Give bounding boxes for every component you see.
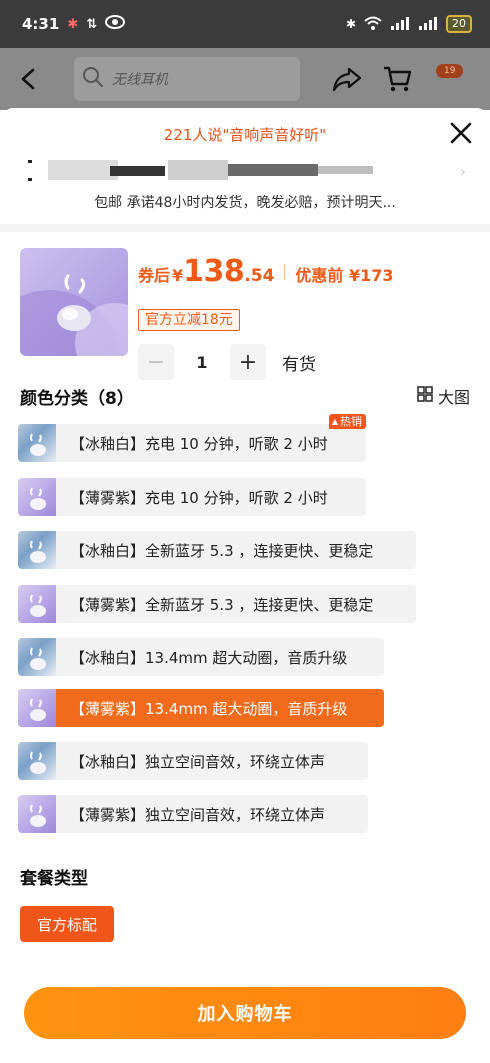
currency-symbol: ¥ bbox=[172, 266, 184, 285]
color-option[interactable]: 【薄雾紫】13.4mm 超大动圈，音质升级 bbox=[18, 689, 384, 727]
battery-indicator: 20 bbox=[446, 15, 472, 33]
price-integer: 138 bbox=[183, 254, 245, 289]
package-option[interactable]: 官方标配 bbox=[20, 906, 114, 942]
hot-sale-text: 热销 bbox=[340, 415, 362, 428]
price-separator bbox=[284, 263, 286, 280]
hot-sale-badge: ▲ 热销 bbox=[328, 414, 366, 429]
price-line: 券后 ¥ 138 .54 优惠前 ¥173 bbox=[138, 254, 394, 289]
signal-icon-2 bbox=[418, 16, 438, 33]
quantity-value[interactable]: 1 bbox=[174, 353, 230, 372]
status-time: 4:31 bbox=[22, 15, 60, 33]
usb-icon: ⇅ bbox=[86, 16, 98, 32]
signal-icon-1 bbox=[390, 16, 410, 33]
grid-icon bbox=[417, 386, 433, 406]
option-thumbnail bbox=[18, 478, 56, 516]
bottom-bar: 加入购物车 bbox=[0, 975, 490, 1063]
color-option[interactable]: 【薄雾紫】独立空间音效，环绕立体声 bbox=[18, 795, 368, 833]
color-section-title: 颜色分类（8） bbox=[20, 389, 134, 409]
top-nav: 无线耳机 19 bbox=[0, 48, 490, 110]
option-label: 【薄雾紫】充电 10 分钟，听歌 2 小时 bbox=[70, 488, 328, 507]
review-banner: 221人说"音响声音好听" bbox=[163, 126, 327, 144]
status-left: 4:31 ✱ ⇅ bbox=[22, 15, 126, 33]
big-view-label: 大图 bbox=[437, 388, 470, 407]
stock-status: 有货 bbox=[282, 354, 316, 375]
bug-icon: ✱ bbox=[67, 16, 79, 32]
chevron-right-icon[interactable]: › bbox=[460, 162, 466, 181]
cart-icon[interactable] bbox=[380, 62, 414, 96]
color-option[interactable]: 【冰釉白】充电 10 分钟，听歌 2 小时 ▲ 热销 bbox=[18, 414, 366, 462]
color-option[interactable]: 【薄雾紫】充电 10 分钟，听歌 2 小时 bbox=[18, 478, 366, 516]
shipping-info: 包邮 承诺48小时内发货，晚发必赔，预计明天... bbox=[94, 195, 396, 211]
option-thumbnail bbox=[18, 689, 56, 727]
option-label: 【冰釉白】全新蓝牙 5.3 ，连接更快、更稳定 bbox=[70, 541, 374, 560]
discount-tag: 官方立减18元 bbox=[138, 309, 240, 331]
option-thumbnail bbox=[18, 638, 56, 676]
status-bar: 4:31 ✱ ⇅ ✱ 20 bbox=[0, 0, 490, 48]
increase-button[interactable]: + bbox=[230, 344, 266, 380]
close-icon[interactable] bbox=[448, 120, 474, 146]
big-view-toggle[interactable]: 大图 bbox=[417, 384, 470, 408]
option-label: 【冰釉白】独立空间音效，环绕立体声 bbox=[70, 752, 326, 771]
redacted-address bbox=[28, 160, 373, 181]
back-arrow-icon[interactable] bbox=[14, 65, 42, 93]
package-section-title: 套餐类型 bbox=[20, 869, 88, 889]
add-to-cart-button[interactable]: 加入购物车 bbox=[24, 987, 466, 1039]
product-summary: 券后 ¥ 138 .54 优惠前 ¥173 官方立减18元 − 1 + 有货 bbox=[0, 232, 490, 380]
original-price: 优惠前 ¥173 bbox=[295, 266, 394, 285]
color-option[interactable]: 【薄雾紫】全新蓝牙 5.3 ，连接更快、更稳定 bbox=[18, 585, 416, 623]
search-placeholder: 无线耳机 bbox=[112, 72, 168, 88]
search-icon bbox=[82, 66, 104, 92]
share-icon[interactable] bbox=[330, 62, 364, 96]
decrease-button[interactable]: − bbox=[138, 344, 174, 380]
option-label: 【薄雾紫】独立空间音效，环绕立体声 bbox=[70, 805, 326, 824]
more-badge: 19 bbox=[436, 64, 464, 78]
color-option[interactable]: 【冰釉白】全新蓝牙 5.3 ，连接更快、更稳定 bbox=[18, 531, 416, 569]
quantity-stepper: − 1 + 有货 bbox=[138, 344, 316, 380]
wifi-icon bbox=[364, 16, 382, 33]
option-label: 【冰釉白】13.4mm 超大动圈，音质升级 bbox=[70, 648, 348, 667]
option-label: 【冰釉白】充电 10 分钟，听歌 2 小时 bbox=[70, 434, 328, 453]
price-label: 券后 bbox=[138, 266, 171, 285]
more-icon[interactable]: 19 bbox=[432, 62, 464, 96]
option-thumbnail bbox=[18, 585, 56, 623]
status-right: ✱ 20 bbox=[346, 15, 472, 33]
color-option[interactable]: 【冰釉白】独立空间音效，环绕立体声 bbox=[18, 742, 368, 780]
price-decimal: .54 bbox=[244, 266, 275, 286]
option-thumbnail bbox=[18, 424, 56, 462]
divider bbox=[0, 224, 490, 232]
option-label: 【薄雾紫】全新蓝牙 5.3 ，连接更快、更稳定 bbox=[70, 595, 374, 614]
option-thumbnail bbox=[18, 742, 56, 780]
option-label: 【薄雾紫】13.4mm 超大动圈，音质升级 bbox=[70, 699, 348, 718]
eye-icon bbox=[105, 15, 126, 33]
option-thumbnail bbox=[18, 531, 56, 569]
product-image[interactable] bbox=[20, 248, 128, 356]
option-thumbnail bbox=[18, 795, 56, 833]
search-box[interactable]: 无线耳机 bbox=[74, 57, 300, 101]
sheet-header: 221人说"音响声音好听" › 包邮 承诺48小时内发货，晚发必赔，预计明天..… bbox=[0, 108, 490, 224]
bluetooth-icon: ✱ bbox=[345, 17, 356, 31]
flame-icon: ▲ bbox=[331, 417, 338, 426]
color-option[interactable]: 【冰釉白】13.4mm 超大动圈，音质升级 bbox=[18, 638, 384, 676]
